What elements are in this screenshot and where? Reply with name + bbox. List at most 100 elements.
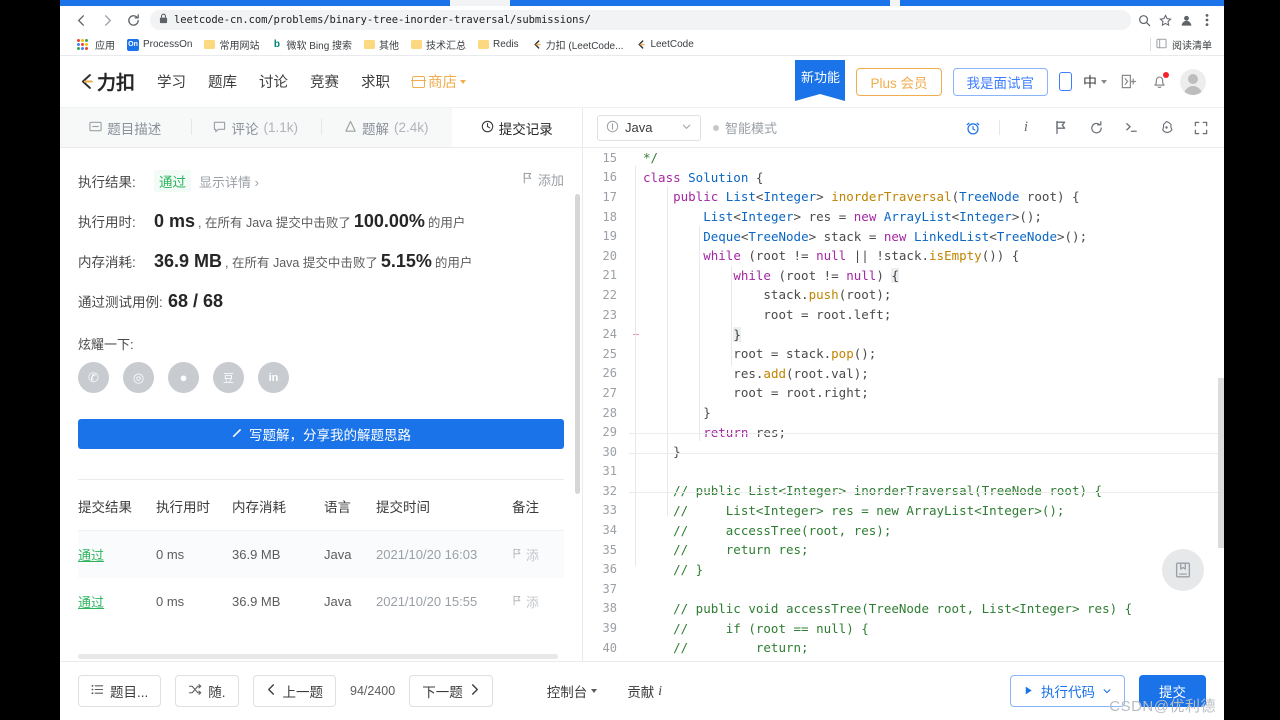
write-solution-button[interactable]: 写题解，分享我的解题思路: [78, 419, 564, 449]
linkedin-icon[interactable]: in: [258, 362, 289, 393]
code-line[interactable]: 23 root = root.left;: [583, 305, 1224, 325]
add-note-button[interactable]: 添加: [522, 170, 564, 189]
fullscreen-icon[interactable]: [1192, 119, 1210, 137]
tab-submissions[interactable]: 提交记录: [451, 108, 582, 147]
bookmark-apps[interactable]: 应用: [68, 35, 121, 55]
smart-mode-toggle[interactable]: 智能模式: [713, 118, 777, 137]
code-line[interactable]: 32 // public List<Integer> inorderTraver…: [583, 481, 1224, 501]
qq-icon[interactable]: ●: [168, 362, 199, 393]
code-line[interactable]: 24 — }: [583, 324, 1224, 344]
code-line[interactable]: 19 Deque<TreeNode> stack = new LinkedLis…: [583, 226, 1224, 246]
code-line[interactable]: 28 }: [583, 403, 1224, 423]
reading-list-icon[interactable]: [1156, 36, 1167, 54]
code-line[interactable]: 37: [583, 579, 1224, 599]
reset-undo-icon[interactable]: [1087, 119, 1105, 137]
language-select[interactable]: Java: [597, 114, 701, 141]
reload-icon[interactable]: [120, 7, 146, 33]
back-arrow-icon[interactable]: [68, 7, 94, 33]
table-row[interactable]: 通过 0 ms 36.9 MB Java 2021/10/20 16:03 添: [78, 531, 564, 578]
leetcode-logo[interactable]: 力扣: [78, 68, 135, 95]
code-line[interactable]: 29 return res;: [583, 422, 1224, 442]
code-line[interactable]: 39 // if (root == null) {: [583, 618, 1224, 638]
cell-note[interactable]: 添: [512, 545, 564, 564]
info-italic-icon[interactable]: i: [1017, 119, 1035, 137]
cell-note[interactable]: 添: [512, 592, 564, 611]
bookmark-star-icon[interactable]: [1158, 13, 1172, 27]
code-line[interactable]: 22 stack.push(root);: [583, 285, 1224, 305]
code-line[interactable]: 25 root = stack.pop();: [583, 344, 1224, 364]
nav-item-shop[interactable]: 商店: [411, 71, 467, 92]
left-horizontal-scrollbar[interactable]: [78, 654, 558, 659]
nav-item-contest[interactable]: 竞赛: [310, 71, 339, 92]
left-vertical-scrollbar[interactable]: [575, 194, 580, 661]
plus-member-button[interactable]: Plus 会员: [856, 67, 942, 96]
nav-item-problems[interactable]: 题库: [208, 71, 237, 92]
table-row[interactable]: 通过 0 ms 36.9 MB Java 2021/10/20 15:55 添: [78, 578, 564, 625]
tab-description[interactable]: 题目描述: [60, 108, 191, 147]
tab-solutions[interactable]: 题解 (2.4k): [321, 108, 452, 147]
code-line[interactable]: 30 }: [583, 442, 1224, 462]
code-line[interactable]: 16 class Solution {: [583, 168, 1224, 188]
interviewer-button[interactable]: 我是面试官: [952, 67, 1048, 96]
code-area[interactable]: 15 */ 16 class Solution {17 public List<Int…: [583, 148, 1224, 661]
code-line[interactable]: 33 // List<Integer> res = new ArrayList<…: [583, 501, 1224, 521]
notification-bell-icon[interactable]: [1149, 71, 1169, 92]
prev-problem-button[interactable]: 上一题: [252, 675, 337, 707]
flag-icon[interactable]: [1052, 119, 1070, 137]
bookmark-bing[interactable]: b 微软 Bing 搜索: [265, 35, 358, 55]
code-text: }: [733, 326, 741, 342]
bookmark-leetcode-cn[interactable]: 力扣 (LeetCode...: [525, 35, 630, 55]
cell-status[interactable]: 通过: [78, 545, 156, 564]
douban-icon[interactable]: 豆: [213, 362, 244, 393]
bookmark-processon[interactable]: On ProcessOn: [121, 35, 198, 55]
wechat-icon[interactable]: ✆: [78, 362, 109, 393]
three-dot-menu-icon[interactable]: [1200, 13, 1214, 27]
code-line[interactable]: 26 res.add(root.val);: [583, 364, 1224, 384]
console-toggle[interactable]: 控制台: [547, 681, 598, 701]
weibo-icon[interactable]: ◎: [123, 362, 154, 393]
code-line[interactable]: 27 root = root.right;: [583, 383, 1224, 403]
user-avatar-icon[interactable]: [1180, 68, 1206, 95]
run-code-button[interactable]: 执行代码: [1010, 675, 1125, 707]
code-line[interactable]: 15 */: [583, 148, 1224, 168]
reading-list-label[interactable]: 阅读清单: [1172, 35, 1212, 55]
code-line[interactable]: 36 // }: [583, 559, 1224, 579]
nav-item-jobs[interactable]: 求职: [361, 71, 390, 92]
code-line[interactable]: 40 // return;: [583, 638, 1224, 658]
share-invite-icon[interactable]: [1118, 72, 1138, 92]
cell-status[interactable]: 通过: [78, 592, 156, 611]
new-feature-badge[interactable]: 新功能: [795, 59, 846, 101]
bookmark-common-sites[interactable]: 常用网站: [198, 35, 265, 55]
code-line[interactable]: 18 List<Integer> res = new ArrayList<Int…: [583, 207, 1224, 227]
nav-item-study[interactable]: 学习: [157, 71, 186, 92]
next-problem-button[interactable]: 下一题: [409, 675, 493, 707]
code-line[interactable]: 21 while (root != null) {: [583, 266, 1224, 286]
alarm-clock-icon[interactable]: [964, 119, 982, 137]
bookmark-leetcode[interactable]: LeetCode: [629, 35, 699, 55]
url-bar[interactable]: leetcode-cn.com/problems/binary-tree-ino…: [150, 10, 1131, 30]
fold-marker-icon[interactable]: —: [629, 329, 643, 340]
settings-gear-icon[interactable]: [1157, 119, 1175, 137]
tab-comments[interactable]: 评论 (1.1k): [190, 108, 322, 147]
code-line[interactable]: 31: [583, 462, 1224, 482]
bookmark-redis[interactable]: Redis: [472, 35, 525, 55]
show-detail-link[interactable]: 显示详情 ›: [199, 172, 259, 191]
bookmark-tech-summary[interactable]: 技术汇总: [405, 35, 472, 55]
notebook-icon[interactable]: [1162, 549, 1204, 591]
terminal-icon[interactable]: [1122, 119, 1140, 137]
contribute-link[interactable]: 贡献 i: [627, 681, 662, 701]
bookmark-other[interactable]: 其他: [358, 35, 405, 55]
forward-arrow-icon[interactable]: [94, 7, 120, 33]
code-line[interactable]: 20 while (root != null || !stack.isEmpty…: [583, 246, 1224, 266]
code-line[interactable]: 17 public List<Integer> inorderTraversal…: [583, 187, 1224, 207]
browser-profile-icon[interactable]: [1179, 13, 1193, 27]
language-selector[interactable]: 中: [1083, 72, 1107, 92]
problem-list-button[interactable]: 题目...: [78, 675, 162, 707]
zoom-glass-icon[interactable]: [1137, 13, 1151, 27]
nav-item-discuss[interactable]: 讨论: [259, 71, 288, 92]
code-line[interactable]: 34 // accessTree(root, res);: [583, 520, 1224, 540]
random-problem-button[interactable]: 随.: [175, 675, 239, 707]
code-line[interactable]: 38 // public void accessTree(TreeNode ro…: [583, 599, 1224, 619]
code-line[interactable]: 35 // return res;: [583, 540, 1224, 560]
mobile-phone-icon[interactable]: [1059, 72, 1072, 91]
